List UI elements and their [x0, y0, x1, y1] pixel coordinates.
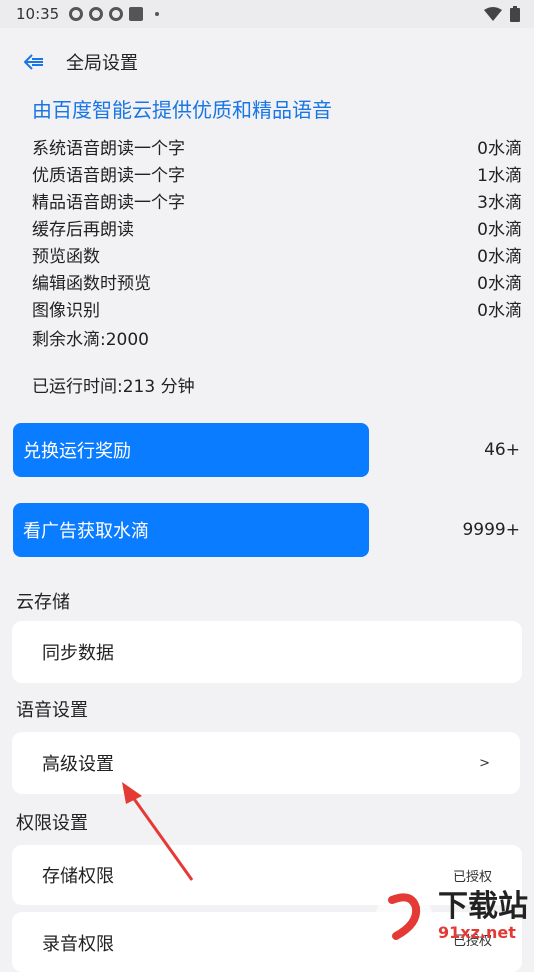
storage-permission-status: 已授权: [452, 869, 492, 885]
status-notification-icons: [69, 7, 160, 21]
watermark-logo-icon: [376, 888, 432, 944]
sync-icon-3: [109, 7, 124, 21]
storage-permission-label: 存储权限: [42, 866, 114, 887]
remaining-drops: 剩余水滴:2000: [32, 330, 149, 350]
cost-label: 系统语音朗读一个字: [32, 139, 185, 159]
watermark-logo: 下载站 91xz.net: [372, 884, 528, 948]
cost-row: 预览函数 0水滴: [32, 241, 522, 268]
cost-row: 系统语音朗读一个字 0水滴: [32, 133, 522, 160]
chevron-right-icon: >: [479, 755, 490, 771]
provider-banner: 由百度智能云提供优质和精品语音: [32, 98, 332, 122]
wifi-icon: [484, 7, 502, 21]
sync-icon-2: [89, 7, 104, 21]
advanced-settings-card[interactable]: 高级设置 >: [12, 732, 520, 794]
app-icon: [129, 7, 144, 21]
cost-value: 0水滴: [477, 247, 522, 267]
cost-label: 缓存后再朗读: [32, 220, 134, 240]
page-title: 全局设置: [66, 53, 138, 74]
cost-value: 0水滴: [477, 274, 522, 294]
runtime-text: 已运行时间:213 分钟: [32, 377, 195, 397]
cost-list: 系统语音朗读一个字 0水滴 优质语音朗读一个字 1水滴 精品语音朗读一个字 3水滴 缓…: [32, 133, 522, 322]
sync-icon: [69, 7, 84, 21]
sync-data-card[interactable]: 同步数据: [12, 621, 522, 683]
app-header: 全局设置: [0, 40, 534, 84]
cost-label: 预览函数: [32, 247, 100, 267]
voice-section-title: 语音设置: [16, 700, 88, 721]
cost-value: 0水滴: [477, 139, 522, 159]
cost-label: 优质语音朗读一个字: [32, 166, 185, 186]
back-arrow-icon: [24, 54, 43, 70]
sync-data-label: 同步数据: [42, 643, 114, 664]
more-dot-icon: [155, 12, 160, 16]
cost-label: 图像识别: [32, 301, 100, 321]
watch-ad-count: 9999+: [462, 520, 520, 540]
record-permission-label: 录音权限: [42, 934, 114, 955]
cost-value: 1水滴: [477, 166, 522, 186]
cost-row: 缓存后再朗读 0水滴: [32, 214, 522, 241]
cloud-section-title: 云存储: [16, 592, 70, 613]
watermark-text: 下载站: [438, 888, 528, 924]
status-time: 10:35: [16, 5, 60, 23]
back-button[interactable]: [12, 40, 56, 84]
watch-ad-button[interactable]: 看广告获取水滴: [13, 503, 369, 557]
cost-value: 0水滴: [477, 220, 522, 240]
advanced-settings-label: 高级设置: [42, 754, 114, 775]
status-bar: 10:35: [0, 0, 534, 28]
cost-row: 图像识别 0水滴: [32, 295, 522, 322]
watermark-sub: 91xz.net: [438, 922, 516, 942]
cost-label: 精品语音朗读一个字: [32, 193, 185, 213]
cost-label: 编辑函数时预览: [32, 274, 151, 294]
cost-row: 优质语音朗读一个字 1水滴: [32, 160, 522, 187]
cost-value: 3水滴: [477, 193, 522, 213]
cost-value: 0水滴: [477, 301, 522, 321]
cost-row: 精品语音朗读一个字 3水滴: [32, 187, 522, 214]
permission-section-title: 权限设置: [16, 813, 88, 834]
exchange-reward-button[interactable]: 兑换运行奖励: [13, 423, 369, 477]
exchange-count: 46+: [484, 440, 520, 460]
battery-icon: [510, 6, 520, 22]
cost-row: 编辑函数时预览 0水滴: [32, 268, 522, 295]
